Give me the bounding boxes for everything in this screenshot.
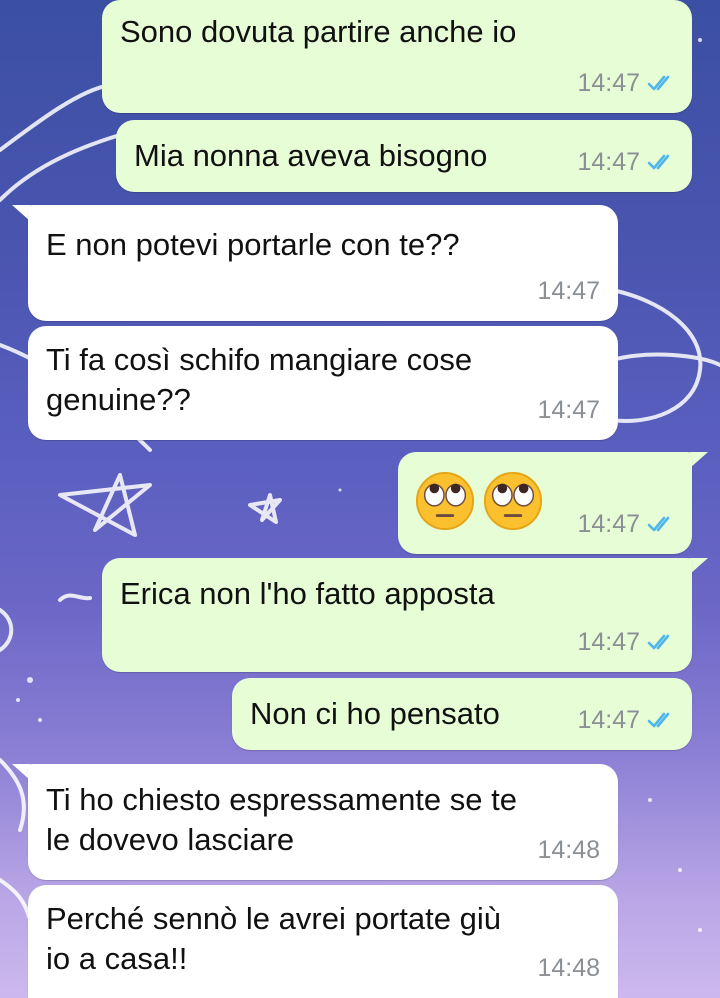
read-ticks-icon <box>647 75 670 91</box>
message-meta: 14:47 <box>577 63 678 103</box>
read-ticks-icon <box>647 634 670 650</box>
message-meta: 14:47 <box>537 271 600 311</box>
message-time: 14:47 <box>577 69 640 97</box>
message-bubble-outgoing[interactable]: Sono dovuta partire anche io 14:47 <box>102 0 692 113</box>
message-bubble-outgoing[interactable]: Erica non l'ho fatto apposta 14:47 <box>102 558 692 672</box>
message-time: 14:47 <box>577 148 640 176</box>
bubble-tail <box>690 558 708 574</box>
message-bubble-incoming[interactable]: E non potevi portarle con te?? 14:47 <box>28 205 618 321</box>
message-time: 14:47 <box>537 277 600 305</box>
message-text: Perché sennò le avrei portate giù io a c… <box>46 901 501 976</box>
message-text: Mia nonna aveva bisogno <box>134 138 488 173</box>
message-text: Ti fa così schifo mangiare cose genuine?… <box>46 342 473 417</box>
message-time: 14:47 <box>537 396 600 424</box>
bubble-tail <box>690 452 708 468</box>
message-bubble-outgoing[interactable]: Mia nonna aveva bisogno 14:47 <box>116 120 692 192</box>
face-with-rolling-eyes-emoji <box>483 471 543 531</box>
message-time: 14:47 <box>577 510 640 538</box>
message-time: 14:48 <box>537 836 600 864</box>
message-text: Non ci ho pensato <box>250 696 500 731</box>
message-text: E non potevi portarle con te?? <box>46 227 460 262</box>
chat-area: Sono dovuta partire anche io 14:47 Mia n… <box>0 0 720 998</box>
message-bubble-incoming[interactable]: Perché sennò le avrei portate giù io a c… <box>28 885 618 998</box>
emoji-row <box>414 470 544 532</box>
message-bubble-outgoing[interactable]: 14:47 <box>398 452 692 554</box>
message-time: 14:47 <box>577 628 640 656</box>
message-meta: 14:47 <box>537 390 600 430</box>
message-meta: 14:47 <box>577 700 678 740</box>
message-text: Ti ho chiesto espressamente se te le dov… <box>46 782 517 857</box>
read-ticks-icon <box>647 154 670 170</box>
message-meta: 14:48 <box>537 830 600 870</box>
read-ticks-icon <box>647 516 670 532</box>
message-meta: 14:48 <box>537 948 600 988</box>
message-time: 14:48 <box>537 954 600 982</box>
face-with-rolling-eyes-emoji <box>415 471 475 531</box>
message-meta: 14:47 <box>577 142 678 182</box>
message-bubble-incoming[interactable]: Ti fa così schifo mangiare cose genuine?… <box>28 326 618 440</box>
message-meta: 14:47 <box>577 622 678 662</box>
message-text: Sono dovuta partire anche io <box>120 14 517 49</box>
message-time: 14:47 <box>577 706 640 734</box>
message-text: Erica non l'ho fatto apposta <box>120 576 495 611</box>
message-meta: 14:47 <box>577 504 678 544</box>
message-bubble-outgoing[interactable]: Non ci ho pensato 14:47 <box>232 678 692 750</box>
read-ticks-icon <box>647 712 670 728</box>
message-bubble-incoming[interactable]: Ti ho chiesto espressamente se te le dov… <box>28 764 618 880</box>
